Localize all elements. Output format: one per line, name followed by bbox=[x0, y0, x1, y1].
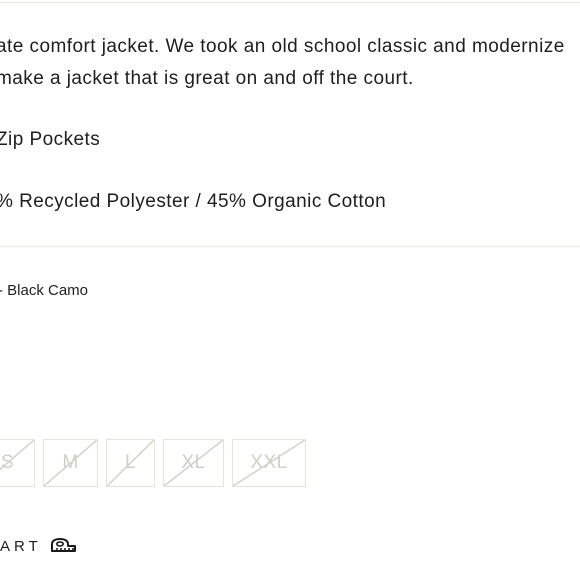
description-line-2: make a jacket that is great on and off t… bbox=[0, 68, 414, 89]
size-option-xxl[interactable]: XXL bbox=[232, 439, 306, 487]
sold-out-strike bbox=[107, 440, 154, 486]
feature-material: % Recycled Polyester / 45% Organic Cotto… bbox=[0, 191, 387, 212]
size-option-l[interactable]: L bbox=[106, 439, 155, 487]
section-divider bbox=[0, 246, 580, 247]
size-chart-label: ART bbox=[0, 537, 42, 555]
selected-color-label: - Black Camo bbox=[0, 282, 89, 299]
sold-out-strike bbox=[164, 440, 223, 486]
sold-out-strike bbox=[44, 440, 97, 486]
sold-out-strike bbox=[0, 440, 34, 486]
top-divider bbox=[0, 2, 580, 3]
description-line-1: ate comfort jacket. We took an old schoo… bbox=[0, 36, 565, 57]
size-chart-link[interactable]: ART bbox=[0, 535, 77, 557]
size-option-xl[interactable]: XL bbox=[163, 439, 224, 487]
sold-out-strike bbox=[233, 440, 305, 486]
feature-zip-pockets: Zip Pockets bbox=[0, 129, 101, 150]
ruler-icon bbox=[50, 538, 76, 552]
size-option-s[interactable]: S bbox=[0, 439, 35, 487]
size-option-m[interactable]: M bbox=[43, 439, 98, 487]
